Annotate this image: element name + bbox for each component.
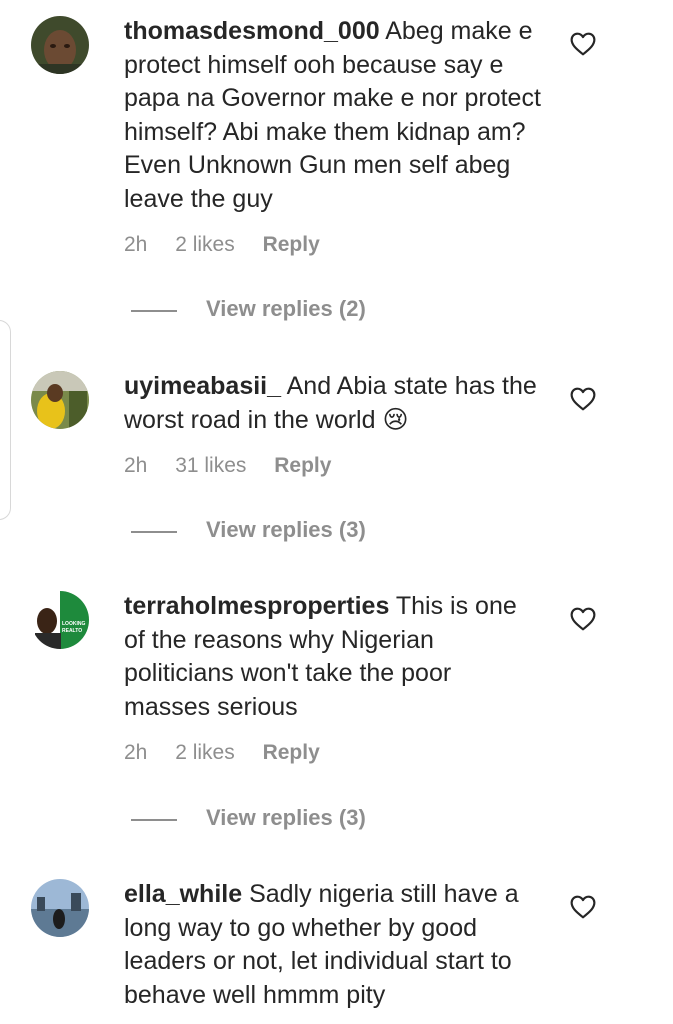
comment-meta: 2h 31 likes Reply <box>124 454 331 478</box>
comment-text: ella_while Sadly nigeria still have a lo… <box>124 878 544 1012</box>
avatar[interactable] <box>31 371 89 429</box>
comment-meta: 2h 2 likes Reply <box>124 741 320 765</box>
comment-time: 2h <box>124 454 148 477</box>
avatar[interactable] <box>31 16 89 74</box>
comment-username[interactable]: uyimeabasii_ <box>124 372 281 400</box>
comment-text: terraholmesproperties This is one of the… <box>124 590 544 724</box>
avatar-brand-line-1: LOOKING <box>62 621 85 627</box>
view-replies-button[interactable]: View replies (2) <box>206 296 366 322</box>
comment-likes[interactable]: 31 likes <box>175 454 246 478</box>
avatar[interactable]: LOOKING REALTO <box>31 591 89 649</box>
reply-button[interactable]: Reply <box>263 233 320 257</box>
comment-body: Abeg make e protect himself ooh because … <box>124 17 541 213</box>
side-panel-edge <box>0 320 11 520</box>
heart-icon[interactable] <box>570 895 596 919</box>
heart-icon[interactable] <box>570 607 596 631</box>
reply-button[interactable]: Reply <box>274 454 331 478</box>
divider-line <box>131 310 177 312</box>
comment-likes[interactable]: 2 likes <box>175 741 235 765</box>
comment-username[interactable]: thomasdesmond_000 <box>124 17 380 45</box>
avatar-brand-line-2: REALTO <box>62 628 82 634</box>
comment-time: 2h <box>124 233 148 256</box>
comment-username[interactable]: ella_while <box>124 880 242 908</box>
divider-line <box>131 819 177 821</box>
comment-likes[interactable]: 2 likes <box>175 233 235 257</box>
heart-icon[interactable] <box>570 387 596 411</box>
comment-text: thomasdesmond_000 Abeg make e protect hi… <box>124 15 544 216</box>
reply-button[interactable]: Reply <box>263 741 320 765</box>
comment-time: 2h <box>124 741 148 764</box>
view-replies-button[interactable]: View replies (3) <box>206 805 366 831</box>
heart-icon[interactable] <box>570 32 596 56</box>
divider-line <box>131 531 177 533</box>
view-replies-button[interactable]: View replies (3) <box>206 517 366 543</box>
avatar[interactable] <box>31 879 89 937</box>
comment-meta: 2h 2 likes Reply <box>124 233 320 257</box>
comment-username[interactable]: terraholmesproperties <box>124 592 389 620</box>
comment-text: uyimeabasii_ And Abia state has the wors… <box>124 370 544 437</box>
